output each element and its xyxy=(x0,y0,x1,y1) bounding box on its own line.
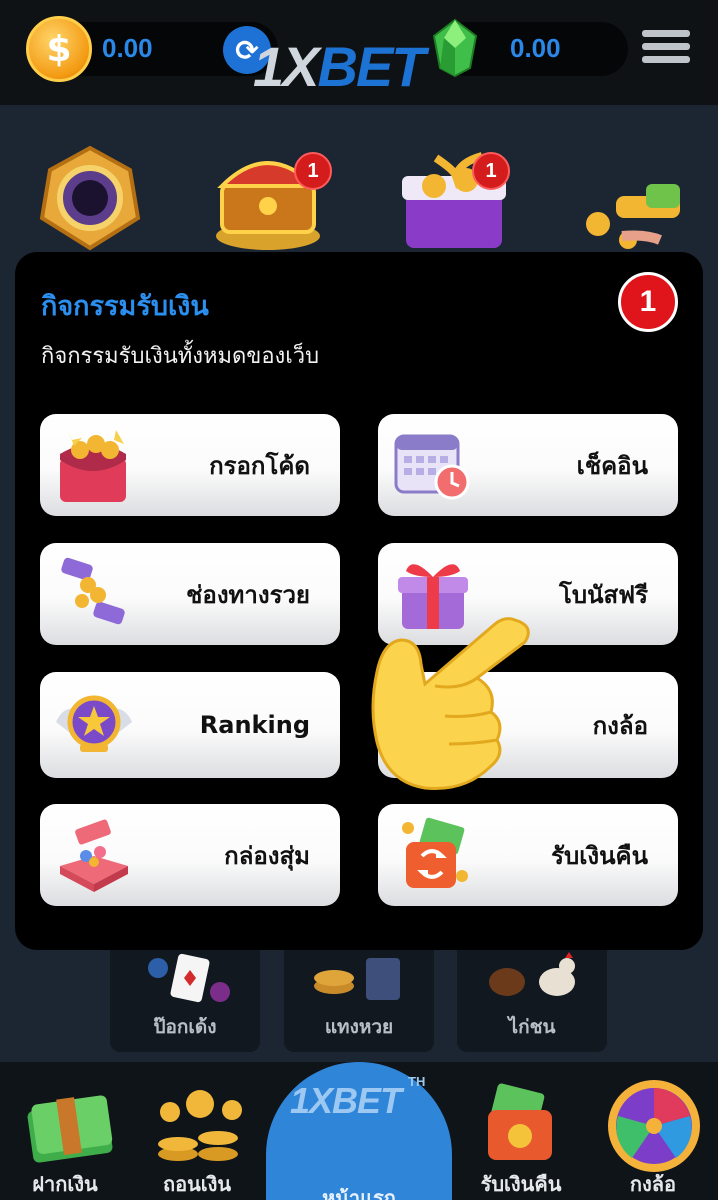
logo-prefix: 1X xyxy=(253,35,319,98)
prize-wheel-icon xyxy=(608,1080,700,1172)
coin-balance-value: 0.00 xyxy=(102,33,153,63)
home-logo: 1XBET xyxy=(290,1080,402,1121)
pointing-hand-icon xyxy=(371,617,530,791)
notification-badge: 1 xyxy=(472,152,510,190)
card-rich-channel[interactable]: ช่องทางรวย xyxy=(40,543,340,645)
logo-suffix: BET xyxy=(317,35,426,98)
card-label: โบนัสฟรี xyxy=(558,580,648,609)
card-check-in[interactable]: เช็คอิน xyxy=(378,414,678,516)
gem-balance-value: 0.00 xyxy=(510,33,561,63)
modal-subtitle: กิจกรรมรับเงินทั้งหมดของเว็บ xyxy=(41,344,320,369)
card-label: Ranking xyxy=(199,711,310,739)
nav-cashback[interactable]: รับเงินคืน xyxy=(456,1062,586,1200)
nav-label: รับเงินคืน xyxy=(480,1172,562,1196)
card-cashback[interactable]: รับเงินคืน xyxy=(378,804,678,906)
calendar-clock-icon xyxy=(394,434,470,500)
brand-logo[interactable]: 1XBET xyxy=(253,34,453,99)
lottery-coins-icon xyxy=(314,958,400,1000)
notification-badge: 1 xyxy=(618,272,678,332)
cards-chips-icon xyxy=(148,953,230,1003)
gold-coins-icon xyxy=(158,1090,242,1161)
card-label: รับเงินคืน xyxy=(551,841,648,870)
cashback-wallet-icon xyxy=(488,1083,552,1160)
card-label: กรอกโค้ด xyxy=(209,451,310,480)
game-tile-label: แทงหวย xyxy=(324,1016,394,1038)
card-label: เช็คอิน xyxy=(576,451,648,480)
star-wings-icon xyxy=(56,695,132,752)
card-label: กล่องสุ่ม xyxy=(224,841,310,870)
nav-deposit[interactable]: ฝากเงิน xyxy=(0,1062,130,1200)
nav-wheel[interactable]: กงล้อ xyxy=(588,1062,718,1200)
nav-label: ฝากเงิน xyxy=(32,1172,98,1196)
mystery-box-icon xyxy=(60,819,128,892)
card-mystery-box[interactable]: กล่องสุ่ม xyxy=(40,804,340,906)
game-tile-pokdeng[interactable]: ป๊อกเด้ง xyxy=(110,948,260,1052)
card-enter-code[interactable]: กรอกโค้ด xyxy=(40,414,340,516)
modal-title: กิจกรรมรับเงิน xyxy=(41,291,209,322)
nav-withdraw[interactable]: ถอนเงิน xyxy=(132,1062,262,1200)
card-ranking[interactable]: Ranking xyxy=(40,672,340,778)
rooster-icon xyxy=(489,952,575,996)
nav-label: ถอนเงิน xyxy=(162,1172,232,1196)
coin-hand-icon[interactable] xyxy=(576,140,696,255)
earn-money-modal: กิจกรรมรับเงิน กิจกรรมรับเงินทั้งหมดของเ… xyxy=(15,252,703,950)
home-logo-sup: TH xyxy=(408,1074,426,1089)
top-bar: $ 0.00 ⟳ 1XBET 0.00 xyxy=(0,0,718,105)
hamburger-menu-icon[interactable] xyxy=(642,30,690,70)
ranking-badge-icon[interactable] xyxy=(30,140,150,255)
game-tile-label: ไก่ชน xyxy=(508,1016,556,1038)
gem-icon xyxy=(432,18,478,78)
coin-money-icon xyxy=(61,557,125,625)
nav-label: กงล้อ xyxy=(629,1172,677,1196)
coin-icon: $ xyxy=(26,16,92,82)
card-label: กงล้อ xyxy=(592,711,648,740)
nav-home[interactable]: 1XBET TH หน้าแรก xyxy=(266,1062,452,1200)
notification-badge: 1 xyxy=(294,152,332,190)
nav-label: หน้าแรก xyxy=(322,1186,396,1200)
game-tile-cockfight[interactable]: ไก่ชน xyxy=(457,948,607,1052)
cash-stack-icon xyxy=(27,1095,113,1163)
game-tile-label: ป๊อกเด้ง xyxy=(153,1016,217,1038)
cashback-wallet-icon xyxy=(402,817,468,888)
card-label: ช่องทางรวย xyxy=(186,580,310,609)
game-tile-lottery[interactable]: แทงหวย xyxy=(284,948,434,1052)
red-envelope-icon xyxy=(60,430,126,502)
